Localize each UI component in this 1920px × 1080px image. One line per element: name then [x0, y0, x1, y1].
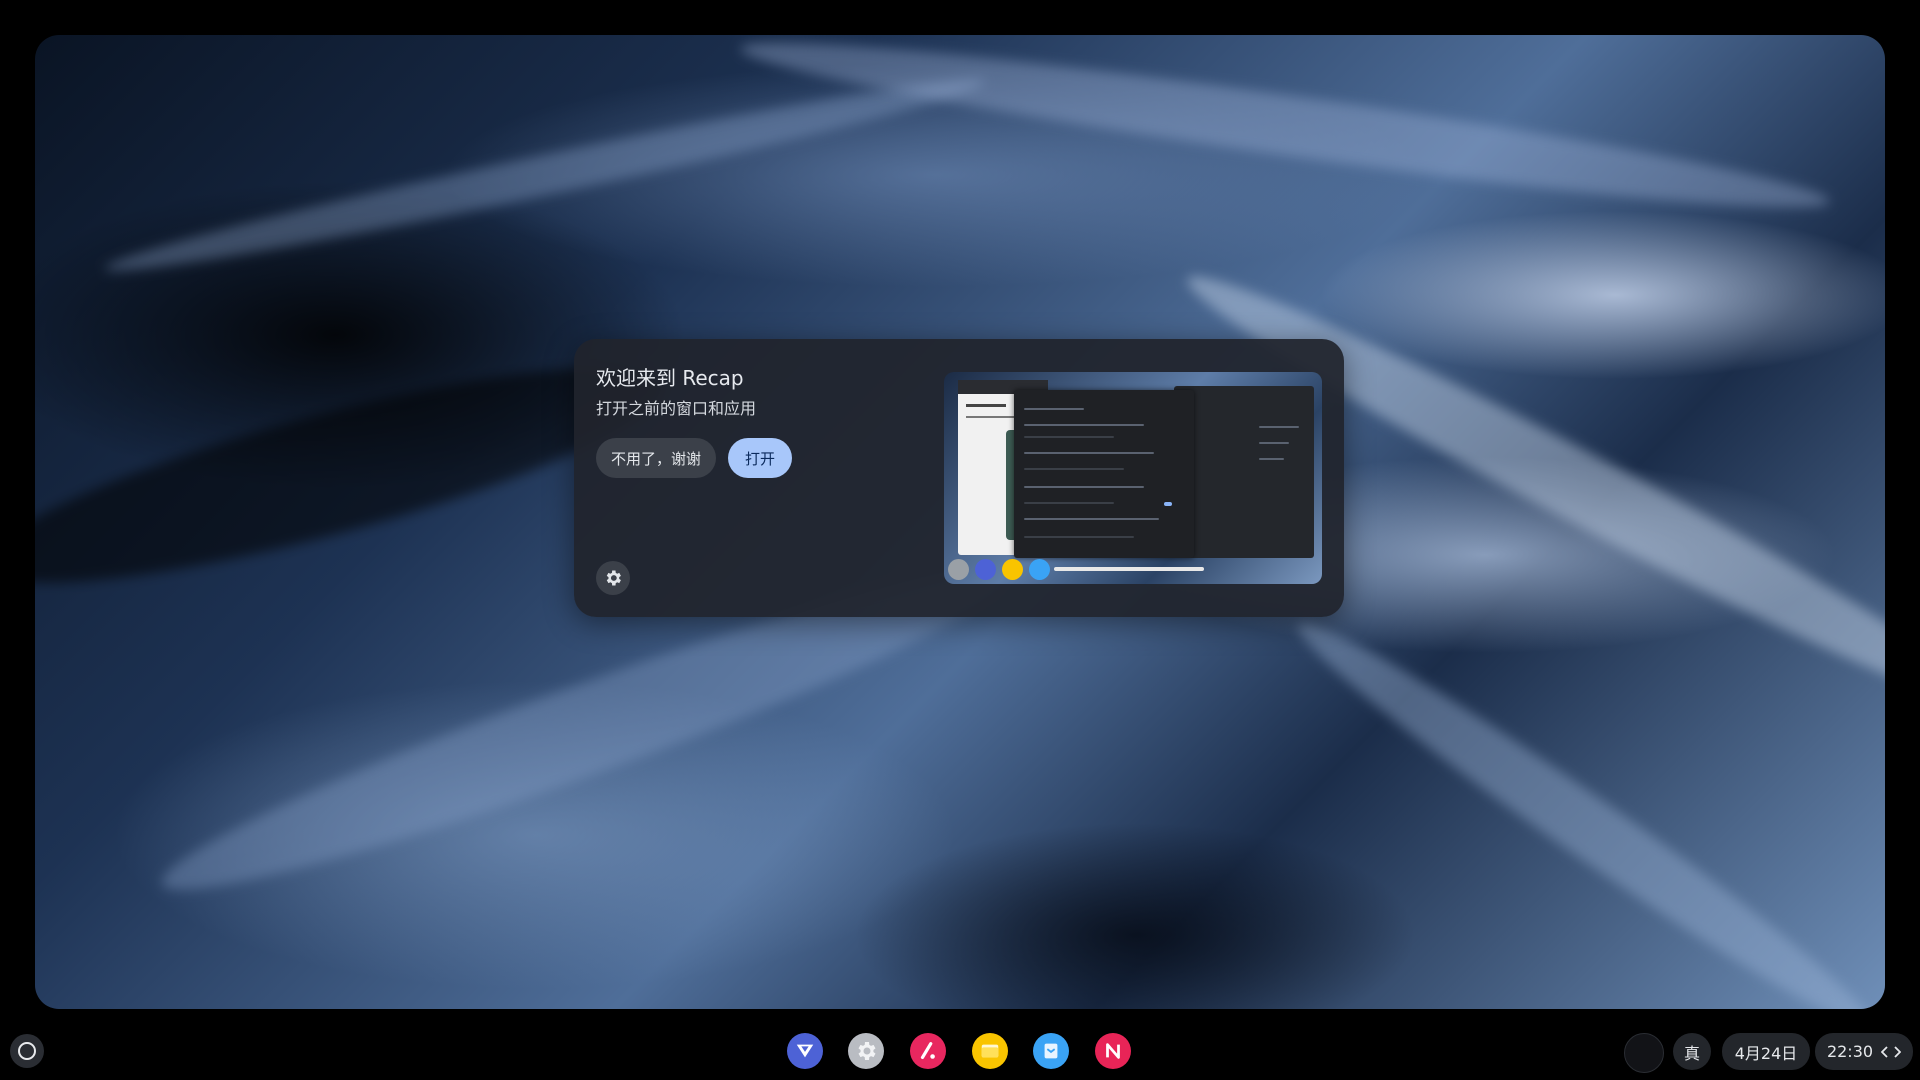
launcher-circle-icon: [18, 1042, 36, 1060]
recap-subtitle: 打开之前的窗口和应用: [596, 399, 757, 418]
preview-settings-window: [1014, 390, 1194, 558]
date-tray[interactable]: 4月24日: [1722, 1033, 1810, 1070]
red-app-button[interactable]: [910, 1033, 946, 1069]
status-indicator[interactable]: [1624, 1033, 1664, 1073]
n-app-button[interactable]: [1095, 1033, 1131, 1069]
time-tray[interactable]: 22:30: [1815, 1033, 1913, 1070]
time-label: 22:30: [1826, 1042, 1874, 1061]
recap-welcome-dialog: 欢迎来到 Recap 打开之前的窗口和应用 不用了，谢谢 打开: [574, 339, 1344, 617]
pen-stroke-icon: [920, 1042, 935, 1060]
launcher-button[interactable]: [10, 1034, 44, 1068]
play-store-icon: [975, 559, 996, 580]
preview-app-window: [1174, 386, 1314, 558]
app-icon: [1029, 559, 1050, 580]
recap-preview-thumbnail: [944, 372, 1322, 584]
no-thanks-button[interactable]: 不用了，谢谢: [596, 438, 716, 478]
gear-icon: [858, 1042, 876, 1060]
blue-app-button[interactable]: [1033, 1033, 1069, 1069]
preview-progress-bar: [1054, 567, 1204, 571]
gear-icon: [606, 570, 621, 586]
settings-app-icon: [948, 559, 969, 580]
wallpaper-streak: [100, 61, 990, 289]
expand-arrows-icon: [1881, 1045, 1902, 1058]
recap-title: 欢迎来到 Recap: [596, 366, 744, 390]
open-button[interactable]: 打开: [728, 438, 792, 478]
play-store-icon: [796, 1044, 814, 1058]
recap-settings-button[interactable]: [596, 561, 630, 595]
files-app-button[interactable]: [972, 1033, 1008, 1069]
wallpaper-streak: [1281, 599, 1885, 1009]
files-icon: [1002, 559, 1023, 580]
folder-icon: [981, 1044, 999, 1058]
ime-indicator[interactable]: 真: [1673, 1033, 1711, 1070]
play-store-app-button[interactable]: [787, 1033, 823, 1069]
settings-app-button[interactable]: [848, 1033, 884, 1069]
n-logo-icon: [1106, 1043, 1120, 1059]
shelf: 真 4月24日 22:30: [0, 1018, 1920, 1080]
wallpaper-streak: [736, 35, 1834, 232]
document-icon: [1044, 1043, 1058, 1059]
